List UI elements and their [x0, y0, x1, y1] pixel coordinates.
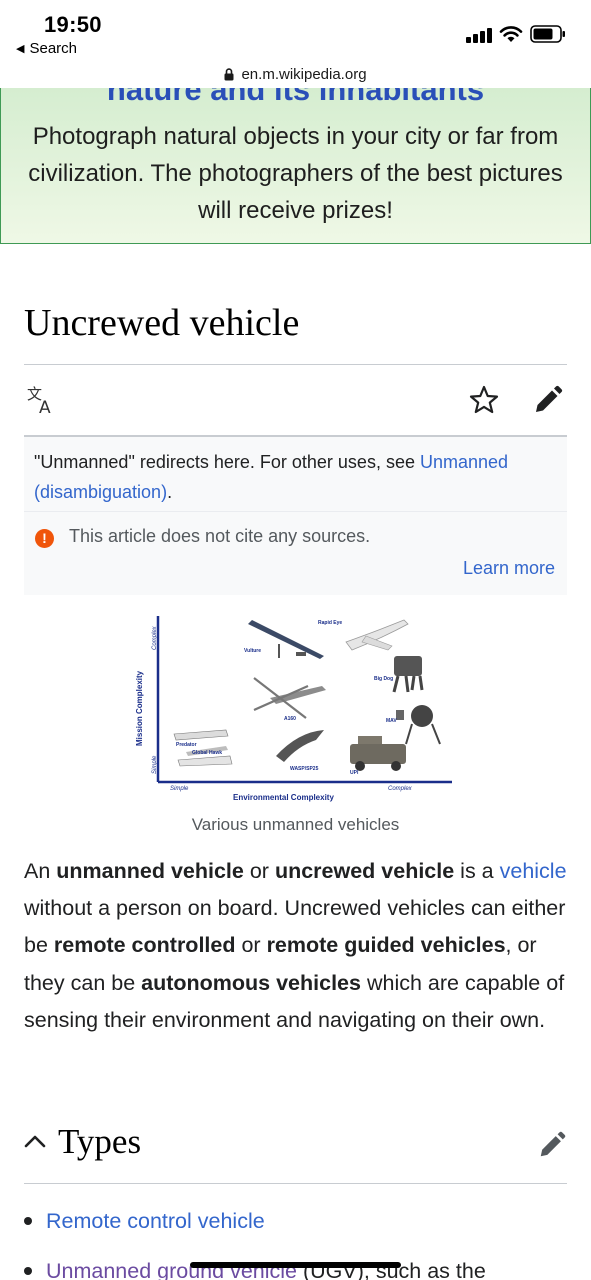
- url-text: en.m.wikipedia.org: [241, 65, 367, 83]
- title-divider: [24, 364, 567, 365]
- intro-paragraph: An unmanned vehicle or uncrewed vehicle …: [24, 853, 569, 1039]
- back-triangle-icon: ◀: [16, 43, 25, 55]
- signal-icon: [466, 27, 492, 43]
- figure-label-mav: MAV: [386, 718, 397, 724]
- term-unmanned-vehicle: unmanned vehicle: [56, 859, 244, 883]
- figure-x-axis-label: Environmental Complexity: [233, 793, 334, 802]
- figure-y-low: Simple: [152, 755, 158, 774]
- status-time: 19:50: [44, 12, 102, 37]
- remote-control-vehicle-link[interactable]: Remote control vehicle: [46, 1209, 265, 1233]
- unmanned-vehicles-figure[interactable]: Mission Complexity Complex Simple Simple…: [130, 606, 460, 806]
- figure-label-global-hawk: Global Hawk: [192, 750, 222, 756]
- notice-separator: [24, 511, 567, 512]
- back-to-search-button[interactable]: ◀ Search: [16, 40, 77, 57]
- figure-label-vulture: Vulture: [244, 648, 261, 654]
- list-item: Remote control vehicle: [24, 1200, 569, 1250]
- figure-label-big-dog: Big Dog: [374, 676, 393, 682]
- term-autonomous-vehicles: autonomous vehicles: [141, 970, 361, 995]
- page-title: Uncrewed vehicle: [24, 302, 300, 344]
- para-text: is a: [454, 859, 500, 883]
- big-dog-robot: [392, 656, 424, 693]
- types-list: Remote control vehicle Unmanned ground v…: [24, 1200, 569, 1280]
- battery-icon: [530, 25, 565, 43]
- term-remote-controlled: remote controlled: [53, 933, 236, 958]
- para-text: or: [235, 933, 267, 958]
- section-title: Types: [58, 1122, 142, 1161]
- banner-text: Photograph natural objects in your city …: [28, 123, 563, 224]
- status-bar: 19:50 ◀ Search: [0, 0, 591, 62]
- banner-title[interactable]: nature and its inhabitants: [1, 88, 590, 108]
- edit-pencil-icon[interactable]: [532, 384, 564, 416]
- upi-vehicle: [350, 736, 406, 771]
- no-sources-warning[interactable]: This article does not cite any sources.: [69, 526, 370, 547]
- figure-y-axis-label: Mission Complexity: [135, 670, 144, 746]
- para-text: or: [243, 859, 275, 883]
- predator-global-hawk: [173, 729, 233, 767]
- chevron-up-icon[interactable]: [24, 1134, 46, 1148]
- page-actions: 文 A: [24, 366, 567, 434]
- figure-label-predator: Predator: [176, 742, 197, 748]
- section-types-header[interactable]: Types: [24, 1120, 567, 1184]
- hatnote-text: "Unmanned" redirects here. For other use…: [34, 452, 420, 472]
- wasp-aircraft: [276, 730, 324, 762]
- notice-box: "Unmanned" redirects here. For other use…: [24, 435, 567, 595]
- figure-label-wasp: WASP/SP25: [290, 766, 319, 772]
- figure-x-high: Complex: [388, 786, 413, 792]
- warning-icon: !: [35, 529, 54, 548]
- wifi-icon: [499, 26, 523, 42]
- star-icon[interactable]: [468, 384, 500, 416]
- hatnote-end: .: [167, 482, 173, 502]
- learn-more-link[interactable]: Learn more: [463, 558, 555, 579]
- term-remote-guided: remote guided vehicles: [266, 933, 506, 958]
- term-uncrewed-vehicle: uncrewed vehicle: [274, 859, 455, 883]
- figure-label-rapid-eye: Rapid Eye: [318, 620, 342, 626]
- photo-contest-banner[interactable]: nature and its inhabitants Photograph na…: [0, 88, 591, 244]
- edit-pencil-icon[interactable]: [537, 1130, 567, 1160]
- lock-icon: [224, 67, 234, 80]
- home-indicator[interactable]: [190, 1262, 401, 1268]
- section-divider: [24, 1183, 567, 1184]
- figure-caption: Various unmanned vehicles: [191, 815, 400, 834]
- figure-label-upi: UPI: [350, 770, 359, 776]
- figure-x-low: Simple: [170, 786, 189, 792]
- svg-text:A: A: [39, 398, 51, 416]
- figure-y-high: Complex: [152, 625, 158, 650]
- figure-label-a160: A160: [284, 716, 296, 722]
- a160-helicopter: [253, 677, 326, 719]
- url-bar[interactable]: en.m.wikipedia.org: [0, 60, 591, 88]
- rapid-eye-aircraft: [345, 619, 409, 651]
- language-icon[interactable]: 文 A: [26, 384, 58, 416]
- vehicle-link[interactable]: vehicle: [500, 859, 567, 883]
- back-label: Search: [29, 40, 77, 57]
- hatnote: "Unmanned" redirects here. For other use…: [34, 447, 559, 507]
- para-text: An: [24, 859, 57, 883]
- mav-robot: [396, 705, 441, 745]
